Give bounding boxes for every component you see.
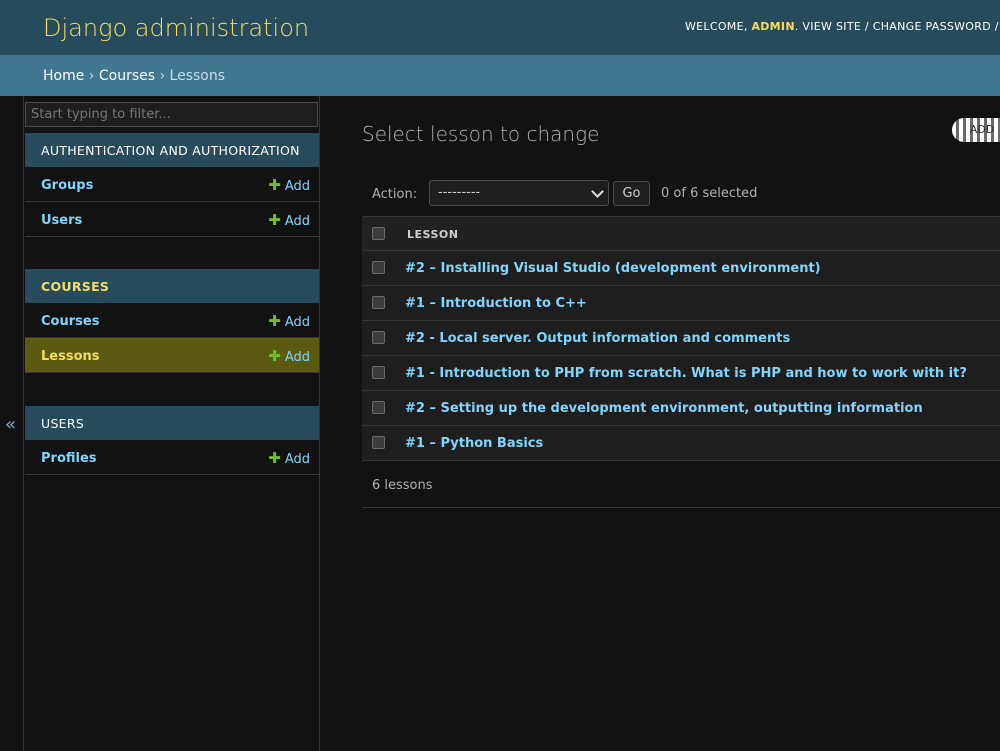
action-select[interactable]: --------- bbox=[429, 180, 609, 206]
table-header-row: LESSON bbox=[362, 216, 1000, 251]
actions-bar: Action: --------- Go 0 of 6 selected bbox=[362, 180, 1000, 208]
site-name[interactable]: Django administration bbox=[43, 14, 309, 42]
breadcrumb-courses[interactable]: Courses bbox=[99, 68, 155, 84]
lesson-link[interactable]: #2 - Local server. Output information an… bbox=[405, 331, 790, 346]
row-checkbox[interactable] bbox=[372, 366, 385, 379]
nav-sidebar: AUTHENTICATION AND AUTHORIZATION Groups … bbox=[24, 96, 320, 751]
row-checkbox[interactable] bbox=[372, 331, 385, 344]
add-groups-link[interactable]: ✚ Add bbox=[268, 176, 310, 194]
module-auth: AUTHENTICATION AND AUTHORIZATION Groups … bbox=[25, 133, 319, 237]
module-courses: COURSES Courses ✚ Add Lessons ✚ Add bbox=[25, 269, 319, 373]
table-row: #2 – Setting up the development environm… bbox=[362, 391, 1000, 426]
table-row: #2 - Local server. Output information an… bbox=[362, 321, 1000, 356]
go-button[interactable]: Go bbox=[613, 181, 650, 206]
add-users-link[interactable]: ✚ Add bbox=[268, 211, 310, 229]
separator: / bbox=[994, 20, 999, 33]
plus-icon: ✚ bbox=[268, 347, 281, 365]
sidebar-item-users: Users ✚ Add bbox=[25, 202, 319, 237]
row-checkbox[interactable] bbox=[372, 436, 385, 449]
column-header-lesson[interactable]: LESSON bbox=[407, 228, 458, 241]
lesson-link[interactable]: #1 – Python Basics bbox=[405, 436, 543, 451]
result-list-table: LESSON #2 – Installing Visual Studio (de… bbox=[362, 216, 1000, 461]
breadcrumb: Home › Courses › Lessons bbox=[0, 55, 1000, 96]
separator: / bbox=[864, 20, 869, 33]
add-lesson-button[interactable]: ADD bbox=[952, 118, 1000, 142]
sidebar-item-groups: Groups ✚ Add bbox=[25, 167, 319, 202]
sidebar-link-users[interactable]: Users bbox=[41, 213, 82, 228]
add-profiles-link[interactable]: ✚ Add bbox=[268, 449, 310, 467]
module-caption-courses[interactable]: COURSES bbox=[25, 269, 319, 303]
sidebar-item-courses: Courses ✚ Add bbox=[25, 303, 319, 338]
nav-filter-input[interactable] bbox=[25, 102, 318, 127]
lesson-link[interactable]: #1 - Introduction to PHP from scratch. W… bbox=[405, 366, 967, 381]
add-lessons-link[interactable]: ✚ Add bbox=[268, 347, 310, 365]
row-checkbox[interactable] bbox=[372, 296, 385, 309]
header: Django administration WELCOME, ADMIN. VI… bbox=[0, 0, 1000, 55]
change-password-link[interactable]: CHANGE PASSWORD bbox=[873, 20, 991, 33]
lesson-link[interactable]: #1 – Introduction to C++ bbox=[405, 296, 587, 311]
module-caption-auth[interactable]: AUTHENTICATION AND AUTHORIZATION bbox=[25, 133, 319, 167]
add-label: Add bbox=[284, 452, 310, 467]
action-label: Action: bbox=[372, 187, 418, 202]
lesson-link[interactable]: #2 – Setting up the development environm… bbox=[405, 401, 923, 416]
breadcrumb-separator: › bbox=[159, 68, 166, 84]
sidebar-link-groups[interactable]: Groups bbox=[41, 178, 93, 193]
select-all-checkbox[interactable] bbox=[372, 227, 385, 240]
add-label: Add bbox=[284, 214, 310, 229]
sidebar-item-lessons: Lessons ✚ Add bbox=[25, 338, 319, 373]
content: Select lesson to change ADD Action: ----… bbox=[362, 96, 1000, 751]
plus-icon: ✚ bbox=[268, 211, 281, 229]
breadcrumb-home[interactable]: Home bbox=[43, 68, 84, 84]
table-row: #1 – Python Basics bbox=[362, 426, 1000, 461]
sidebar-link-courses[interactable]: Courses bbox=[41, 314, 99, 329]
view-site-link[interactable]: VIEW SITE bbox=[802, 20, 861, 33]
table-row: #1 - Introduction to PHP from scratch. W… bbox=[362, 356, 1000, 391]
username: ADMIN bbox=[751, 20, 795, 33]
add-label: Add bbox=[284, 179, 310, 194]
lesson-link[interactable]: #2 – Installing Visual Studio (developme… bbox=[405, 261, 821, 276]
module-users: USERS Profiles ✚ Add bbox=[25, 406, 319, 475]
action-counter: 0 of 6 selected bbox=[661, 186, 758, 201]
welcome-period: . bbox=[794, 20, 799, 33]
welcome-text: WELCOME, bbox=[685, 20, 748, 33]
chevron-down-icon bbox=[591, 185, 604, 198]
row-checkbox[interactable] bbox=[372, 261, 385, 274]
table-row: #2 – Installing Visual Studio (developme… bbox=[362, 251, 1000, 286]
sidebar-link-lessons[interactable]: Lessons bbox=[41, 349, 100, 364]
add-label: Add bbox=[284, 315, 310, 330]
action-select-value: --------- bbox=[438, 185, 481, 200]
add-courses-link[interactable]: ✚ Add bbox=[268, 312, 310, 330]
sidebar-item-profiles: Profiles ✚ Add bbox=[25, 440, 319, 475]
double-chevron-left-icon: « bbox=[5, 414, 17, 435]
plus-icon: ✚ bbox=[268, 176, 281, 194]
plus-icon: ✚ bbox=[268, 449, 281, 467]
page-title: Select lesson to change bbox=[362, 122, 600, 146]
breadcrumb-separator: › bbox=[88, 68, 95, 84]
plus-icon: ✚ bbox=[268, 312, 281, 330]
sidebar-link-profiles[interactable]: Profiles bbox=[41, 451, 97, 466]
row-checkbox[interactable] bbox=[372, 401, 385, 414]
paginator: 6 lessons bbox=[362, 462, 1000, 508]
user-tools: WELCOME, ADMIN. VIEW SITE / CHANGE PASSW… bbox=[685, 20, 1000, 33]
module-caption-users[interactable]: USERS bbox=[25, 406, 319, 440]
toggle-nav-sidebar[interactable]: « bbox=[0, 96, 24, 751]
table-row: #1 – Introduction to C++ bbox=[362, 286, 1000, 321]
breadcrumb-current: Lessons bbox=[169, 68, 226, 84]
add-label: Add bbox=[284, 350, 310, 365]
